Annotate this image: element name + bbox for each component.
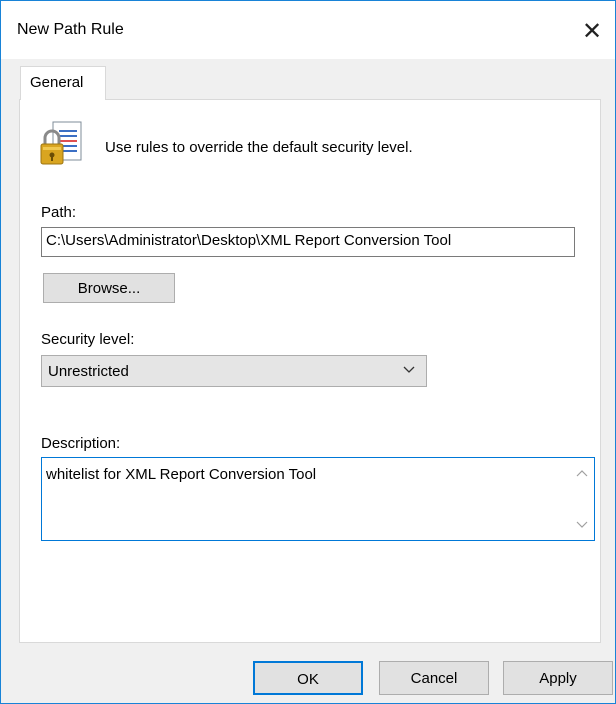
description-label: Description: — [41, 435, 121, 452]
description-value: whitelist for XML Report Conversion Tool — [46, 466, 317, 483]
intro-text: Use rules to override the default securi… — [105, 139, 413, 156]
scroll-down-icon[interactable] — [576, 520, 588, 530]
security-level-label: Security level: — [41, 331, 135, 348]
scroll-up-icon[interactable] — [576, 468, 588, 478]
title-bar: New Path Rule ✕ — [1, 1, 615, 59]
description-scrollbar[interactable] — [570, 458, 594, 540]
close-icon: ✕ — [581, 17, 603, 45]
dialog-window: New Path Rule ✕ General Use rules to ove… — [0, 0, 616, 704]
security-level-select[interactable]: Unrestricted — [41, 355, 427, 387]
description-textarea[interactable]: whitelist for XML Report Conversion Tool — [41, 457, 595, 541]
cancel-button[interactable]: Cancel — [379, 661, 489, 695]
path-input[interactable]: C:\Users\Administrator\Desktop\XML Repor… — [41, 227, 575, 257]
ok-button[interactable]: OK — [253, 661, 363, 695]
window-title: New Path Rule — [17, 21, 124, 38]
browse-button[interactable]: Browse... — [43, 273, 175, 303]
close-button[interactable]: ✕ — [569, 11, 615, 51]
security-level-value: Unrestricted — [48, 363, 129, 380]
lock-document-icon — [40, 121, 82, 165]
tab-general[interactable]: General — [20, 66, 106, 100]
chevron-down-icon — [403, 366, 415, 373]
path-label: Path: — [41, 204, 77, 221]
apply-button[interactable]: Apply — [503, 661, 613, 695]
